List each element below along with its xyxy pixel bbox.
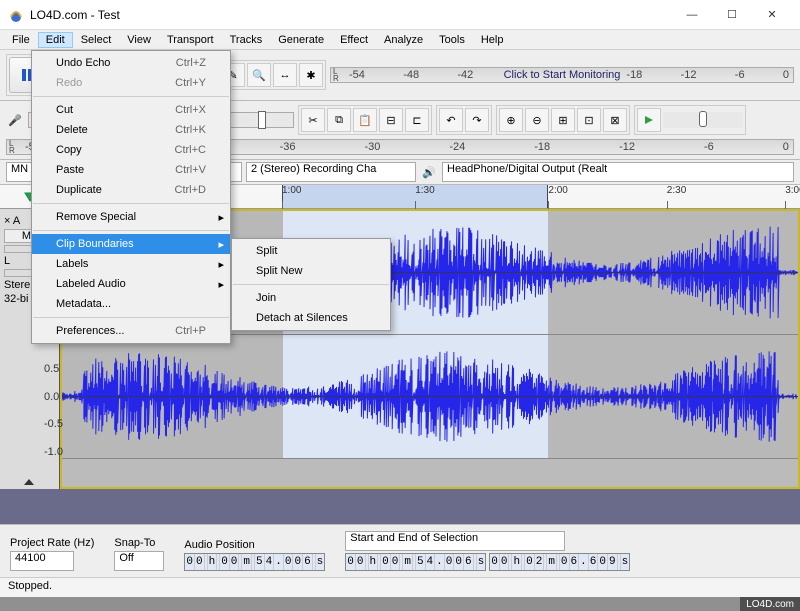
clip-boundaries-submenu: SplitSplit New JoinDetach at Silences [231,238,391,331]
close-button[interactable]: ✕ [752,0,792,30]
copy-icon[interactable]: ⧉ [327,108,351,132]
maximize-button[interactable]: ☐ [712,0,752,30]
menu-item-labeled-audio[interactable]: Labeled Audio▸ [32,274,230,294]
audio-position-value[interactable]: 00 h 00 m 54.006 s [184,553,325,571]
redo-icon[interactable]: ↷ [465,108,489,132]
timeline-tick: 2:00 [548,185,567,196]
playback-device-combo[interactable]: HeadPhone/Digital Output (Realt [442,162,794,182]
minimize-button[interactable]: — [672,0,712,30]
meter-lr-label: LR [9,140,15,154]
status-text: Stopped. [8,580,52,592]
menu-view[interactable]: View [119,32,159,48]
selection-label: Start and End of Selection [345,531,630,551]
zoom-tools: ⊕ ⊖ ⊞ ⊡ ⊠ [496,105,630,135]
trim-icon[interactable]: ⊟ [379,108,403,132]
speed-slider[interactable] [663,112,743,128]
menu-tools[interactable]: Tools [431,32,473,48]
menu-item-cut[interactable]: CutCtrl+X [32,100,230,120]
menu-select[interactable]: Select [73,32,120,48]
submenu-item-join[interactable]: Join [232,288,390,308]
fit-selection-icon[interactable]: ⊞ [551,108,575,132]
silence-icon[interactable]: ⊏ [405,108,429,132]
watermark-bar [0,597,800,611]
play-speed-icon[interactable] [637,108,661,132]
snap-to-combo[interactable]: Off [114,551,164,571]
cut-icon[interactable]: ✂ [301,108,325,132]
waveform-right-channel[interactable]: 1.00.50.0-0.5-1.0 [62,335,798,459]
submenu-item-detach-at-silences[interactable]: Detach at Silences [232,308,390,328]
fit-project-icon[interactable]: ⊡ [577,108,601,132]
menu-item-metadata-[interactable]: Metadata... [32,294,230,314]
menu-item-copy[interactable]: CopyCtrl+C [32,140,230,160]
mic-icon: 🎤 [6,111,24,129]
project-rate-combo[interactable]: 44100 [10,551,74,571]
menu-generate[interactable]: Generate [270,32,332,48]
menu-transport[interactable]: Transport [159,32,222,48]
meter-lr-label: LR [333,68,339,82]
menu-tracks[interactable]: Tracks [222,32,271,48]
menu-effect[interactable]: Effect [332,32,376,48]
selection-start-value[interactable]: 00 h 00 m 54.006 s [345,553,486,571]
menu-item-delete[interactable]: DeleteCtrl+K [32,120,230,140]
multi-tool-icon[interactable]: ✱ [299,63,323,87]
menu-item-redo: RedoCtrl+Y [32,73,230,93]
snap-to-label: Snap-To [114,537,164,549]
zoom-tool-icon[interactable]: 🔍 [247,63,271,87]
timeline-tick: 3:00 [785,185,800,196]
menu-item-clip-boundaries[interactable]: Clip Boundaries▸ [32,234,230,254]
play-at-speed [634,105,746,135]
undo-tools: ↶ ↷ [436,105,492,135]
menu-item-paste[interactable]: PasteCtrl+V [32,160,230,180]
timeline-tick: 1:00 [282,185,301,196]
watermark: LO4D.com [740,597,800,611]
timeline-tick: 1:30 [415,185,434,196]
selection-end-value[interactable]: 00 h 02 m 06.609 s [489,553,630,571]
recording-meter[interactable]: LR -54-48-42-18-12-60 Click to Start Mon… [330,67,794,83]
menubar: FileEditSelectViewTransportTracksGenerat… [0,30,800,50]
zoom-out-icon[interactable]: ⊖ [525,108,549,132]
window-title: LO4D.com - Test [30,8,672,22]
edit-menu-dropdown: Undo EchoCtrl+ZRedoCtrl+Y CutCtrl+XDelete… [31,50,231,344]
timeshift-tool-icon[interactable]: ↔ [273,63,297,87]
submenu-item-split[interactable]: Split [232,241,390,261]
timeline-tick: 2:30 [667,185,686,196]
zoom-in-icon[interactable]: ⊕ [499,108,523,132]
menu-help[interactable]: Help [473,32,512,48]
selection-toolbar: Project Rate (Hz) 44100 Snap-To Off Audi… [0,524,800,577]
speaker-icon: 🔊 [420,163,438,181]
undo-icon[interactable]: ↶ [439,108,463,132]
menu-item-undo-echo[interactable]: Undo EchoCtrl+Z [32,53,230,73]
audio-position-label: Audio Position [184,539,325,551]
zoom-toggle-icon[interactable]: ⊠ [603,108,627,132]
menu-analyze[interactable]: Analyze [376,32,431,48]
menu-item-remove-special[interactable]: Remove Special▸ [32,207,230,227]
menu-item-preferences-[interactable]: Preferences...Ctrl+P [32,321,230,341]
statusbar: Stopped. [0,577,800,597]
menu-item-labels[interactable]: Labels▸ [32,254,230,274]
paste-icon[interactable]: 📋 [353,108,377,132]
submenu-item-split-new[interactable]: Split New [232,261,390,281]
track-collapse-icon[interactable] [24,479,34,485]
menu-file[interactable]: File [4,32,38,48]
menu-item-duplicate[interactable]: DuplicateCtrl+D [32,180,230,200]
titlebar: LO4D.com - Test — ☐ ✕ [0,0,800,30]
clipboard-tools: ✂ ⧉ 📋 ⊟ ⊏ [298,105,432,135]
selection-mode-combo[interactable]: Start and End of Selection [345,531,565,551]
menu-edit[interactable]: Edit [38,32,73,48]
empty-track-space[interactable] [0,489,800,529]
app-icon [8,7,24,23]
project-rate-label: Project Rate (Hz) [10,537,94,549]
recording-channels-combo[interactable]: 2 (Stereo) Recording Cha [246,162,416,182]
